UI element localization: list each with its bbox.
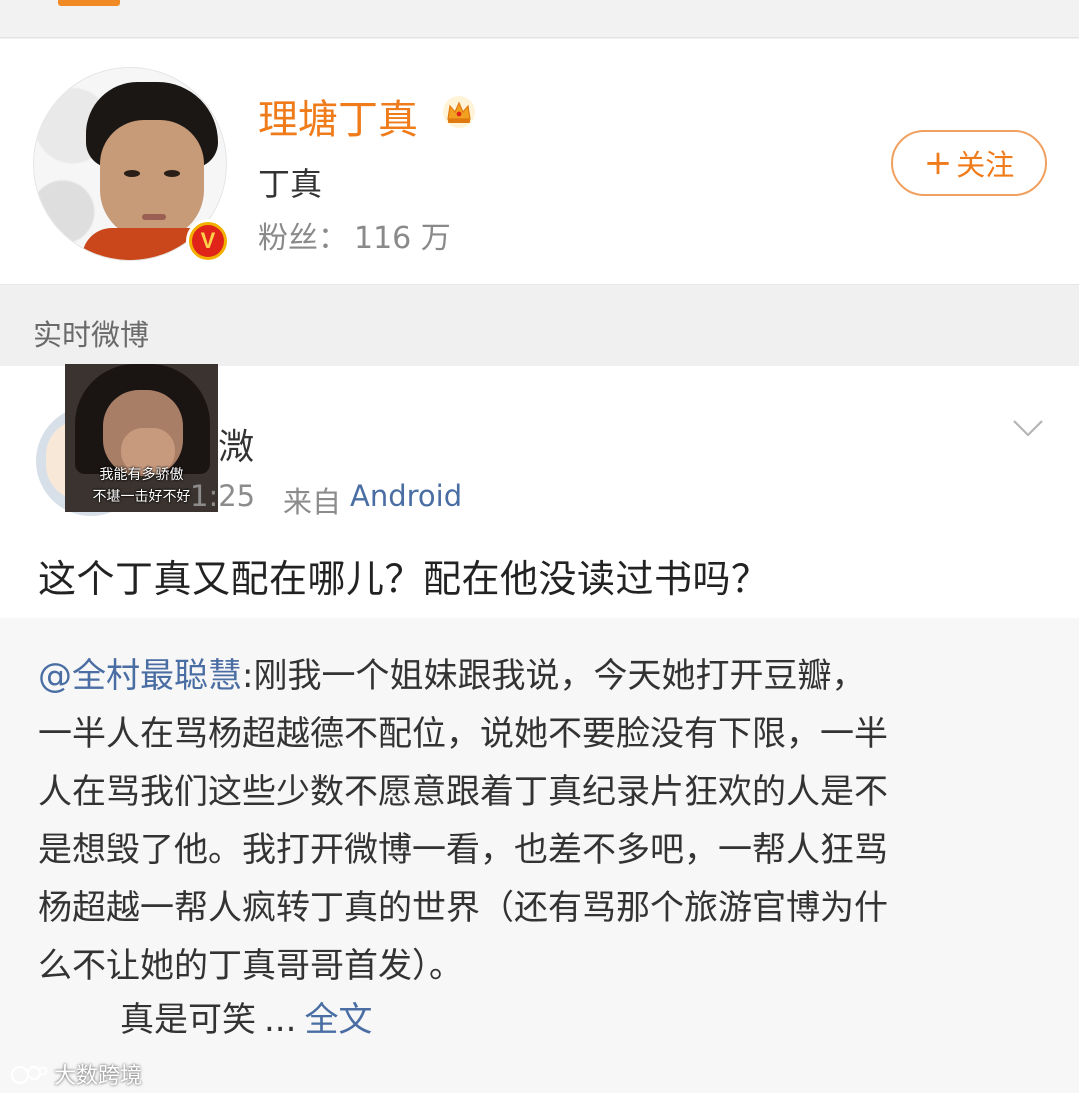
profile-real-name: 丁真 — [258, 165, 323, 203]
active-tab-indicator — [58, 0, 120, 6]
post-time: 1:25 — [190, 479, 256, 513]
chevron-down-icon[interactable] — [1012, 418, 1044, 438]
plus-icon: + — [923, 143, 953, 183]
follow-label: 关注 — [956, 148, 1015, 182]
mention-link[interactable]: @全村最聪慧 — [38, 656, 242, 696]
ellipsis: ... — [264, 1000, 297, 1040]
top-tab-strip — [0, 0, 1079, 38]
section-header: 实时微博 — [0, 286, 1079, 366]
repost-line-6: 么不让她的丁真哥哥首发）。 — [38, 946, 463, 986]
watermark: 大数跨境 — [10, 1058, 142, 1090]
read-more-line: 真是可笑... 全文 — [120, 992, 372, 1041]
repost-text: @全村最聪慧:刚我一个姐妹跟我说，今天她打开豆瓣， 一半人在骂杨超越德不配位，说… — [38, 647, 1048, 995]
verified-badge-icon: V — [186, 219, 230, 263]
post-author-name[interactable]: 溦 — [218, 418, 254, 470]
fans-label: 粉丝： — [258, 221, 348, 256]
crown-icon — [443, 96, 475, 128]
repost-line-1: :刚我一个姐妹跟我说，今天她打开豆瓣， — [242, 656, 866, 696]
follow-button[interactable]: + 关注 — [891, 130, 1047, 196]
repost-line-3: 人在骂我们这些少数不愿意跟着丁真纪录片狂欢的人是不 — [38, 772, 888, 812]
section-title: 实时微博 — [33, 318, 150, 352]
repost-line-5: 杨超越一帮人疯转丁真的世界（还有骂那个旅游官博为什 — [38, 888, 888, 928]
repost-line-2: 一半人在骂杨超越德不配位，说她不要脸没有下限，一半 — [38, 714, 888, 754]
verified-mark: V — [192, 225, 224, 257]
repost-line-4: 是想毁了他。我打开微博一看，也差不多吧，一帮人狂骂 — [38, 830, 888, 870]
repost-line-7: 真是可笑 — [120, 1000, 256, 1040]
watermark-logo-icon — [10, 1065, 48, 1085]
watermark-text: 大数跨境 — [54, 1064, 143, 1089]
profile-display-name[interactable]: 理塘丁真 — [258, 87, 418, 145]
post-source-label: 来自 — [283, 485, 342, 519]
post-text: 这个丁真又配在哪儿？配在他没读过书吗？ — [38, 557, 770, 601]
fans-count: 粉丝： 116 万 — [258, 213, 451, 257]
fans-number: 116 万 — [354, 221, 451, 256]
post-source-link[interactable]: Android — [350, 479, 462, 513]
profile-card[interactable]: V 理塘丁真 丁真 粉丝： 116 万 + 关注 — [0, 39, 1079, 285]
full-text-link[interactable]: 全文 — [304, 1000, 372, 1040]
